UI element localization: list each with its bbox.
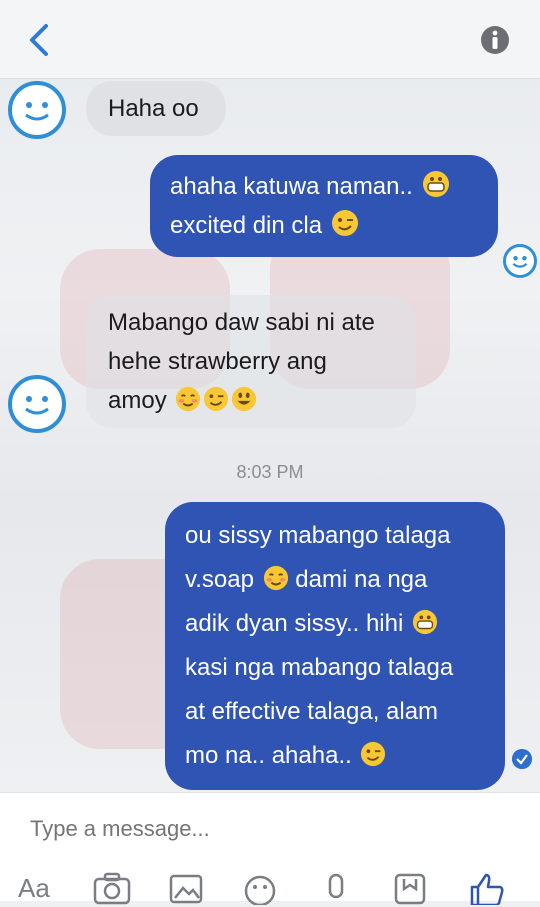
winking-emoji-icon (204, 386, 229, 412)
smiling-emoji-icon (232, 386, 257, 412)
avatar[interactable] (8, 81, 66, 139)
incoming-message[interactable]: Mabango daw sabi ni ate hehe strawberry … (86, 295, 416, 428)
outgoing-message[interactable]: ou sissy mabango talaga v.soap dami na n… (165, 502, 505, 790)
message-thread[interactable]: Haha oo ahaha katuwa naman.. excited din… (0, 79, 540, 791)
message-composer: Aa (0, 792, 540, 905)
message-text: amoy (108, 387, 167, 414)
text-format-icon[interactable]: Aa (18, 873, 58, 907)
outgoing-message[interactable]: ahaha katuwa naman.. excited din cla (150, 155, 498, 257)
blushing-emoji-icon (176, 386, 201, 412)
seen-check-icon (512, 749, 532, 769)
message-text: dami na nga (295, 566, 428, 593)
message-text: Mabango daw sabi ni ate (108, 309, 375, 336)
smiley-avatar-icon (25, 102, 49, 121)
message-text: hehe strawberry ang (108, 348, 327, 375)
grinning-emoji-icon (412, 609, 438, 635)
message-text: excited din cla (170, 212, 323, 239)
avatar[interactable] (8, 375, 66, 433)
message-text: Haha oo (108, 95, 199, 122)
incoming-message[interactable]: Haha oo (86, 81, 226, 136)
message-text: adik dyan sissy.. hihi (185, 610, 404, 637)
blushing-emoji-icon (263, 565, 288, 591)
timestamp: 8:03 PM (236, 462, 304, 482)
grinning-emoji-icon (422, 171, 449, 197)
message-text: ahaha katuwa naman.. (170, 173, 413, 200)
winking-emoji-icon (361, 741, 386, 767)
conversation-header (0, 0, 540, 79)
smiley-avatar-icon (512, 255, 528, 268)
message-text: v.soap (185, 566, 254, 593)
message-input[interactable] (28, 815, 512, 843)
smiley-avatar-icon (25, 396, 49, 415)
read-receipt-avatar (503, 244, 537, 278)
chevron-left-icon[interactable] (20, 20, 60, 60)
message-text: at effective talaga, alam (185, 698, 439, 725)
message-text: ou sissy mabango talaga (185, 522, 451, 549)
message-text: kasi nga mabango talaga (185, 654, 454, 681)
info-icon[interactable] (480, 25, 510, 55)
message-text: mo na.. ahaha.. (185, 742, 352, 769)
winking-emoji-icon (331, 210, 358, 236)
